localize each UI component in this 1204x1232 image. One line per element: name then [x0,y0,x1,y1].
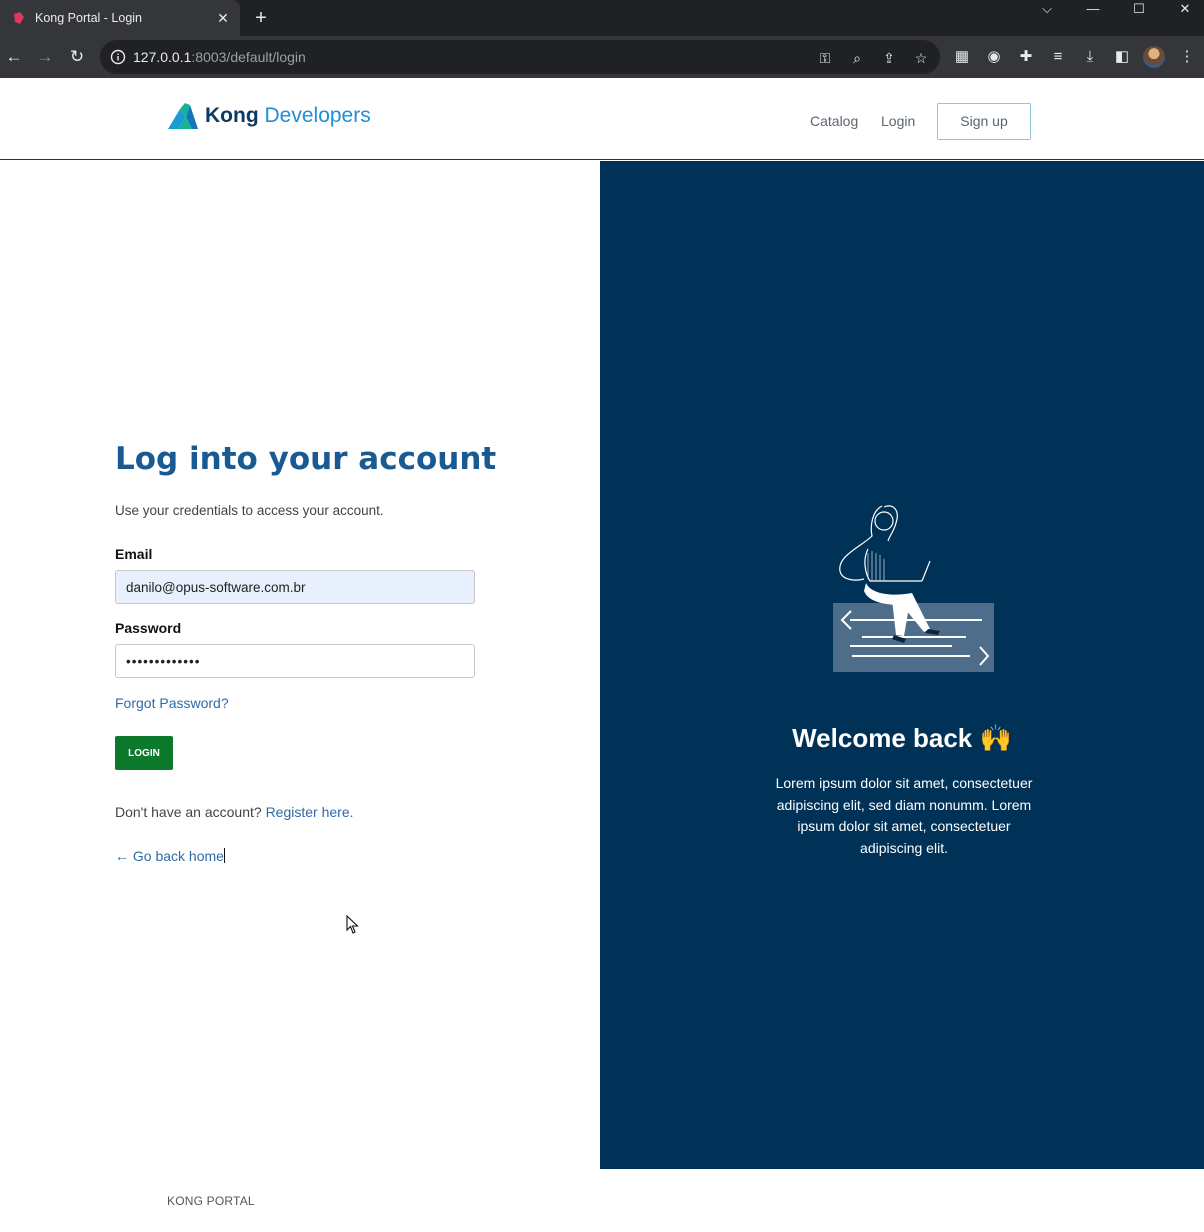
new-tab-button[interactable]: + [250,7,272,29]
download-icon[interactable]: ⤓ [1079,46,1101,68]
extension-icon[interactable]: ◉ [983,46,1005,68]
kong-logo-icon[interactable] [166,101,200,131]
brand-light: Developers [264,104,371,127]
profile-avatar[interactable] [1143,46,1165,68]
sidepanel-icon[interactable]: ◧ [1111,46,1133,68]
nav-catalog[interactable]: Catalog [810,113,858,129]
key-icon[interactable]: ⚿ [816,49,834,67]
developer-illustration [833,505,994,672]
info-icon[interactable] [110,49,126,65]
minimize-icon[interactable]: — [1070,0,1116,30]
brand-bold: Kong [205,104,259,127]
reload-icon[interactable]: ↻ [65,45,89,69]
back-arrow-icon[interactable]: ← [2,45,26,69]
register-link[interactable]: Register here. [266,804,354,820]
close-window-icon[interactable]: ✕ [1162,0,1204,30]
browser-tab[interactable]: Kong Portal - Login ✕ [0,0,240,36]
page-subtitle: Use your credentials to access your acco… [115,503,384,518]
login-button[interactable]: LOGIN [115,736,173,770]
footer-text: KONG PORTAL [167,1194,255,1208]
star-icon[interactable]: ☆ [912,49,930,67]
signup-button[interactable]: Sign up [937,103,1031,140]
share-icon[interactable]: ⇪ [880,49,898,67]
go-back-home[interactable]: ← Go back home [115,848,225,864]
kong-favicon-icon [14,12,24,24]
tab-search-chevron-icon[interactable]: ⌵ [1024,0,1070,30]
register-prompt-text: Don't have an account? [115,804,262,820]
register-prompt: Don't have an account? Register here. [115,804,354,820]
zoom-icon[interactable]: ⌕ [848,49,866,67]
browser-toolbar: ← → ↻ 127.0.0.1:8003/default/login ⚿ ⌕ ⇪… [0,36,1204,78]
puzzle-icon[interactable]: ✚ [1015,46,1037,68]
browser-tab-strip: Kong Portal - Login ✕ + ⌵ — ☐ ✕ [0,0,1204,36]
forgot-password-link[interactable]: Forgot Password? [115,695,229,711]
welcome-text: Lorem ipsum dolor sit amet, consectetuer… [775,775,1033,857]
menu-icon[interactable]: ⋮ [1176,46,1198,68]
tab-close-icon[interactable]: ✕ [214,9,232,27]
password-label: Password [115,620,182,636]
site-header: Kong Developers Catalog Login Sign up [0,78,1204,160]
qr-icon[interactable]: ▦ [951,46,973,68]
media-icon[interactable]: ≡ [1047,46,1069,68]
go-back-home-label: ← Go back home [115,848,224,864]
brand-name[interactable]: Kong Developers [205,104,371,128]
email-field[interactable] [115,570,475,604]
welcome-panel: Welcome back 🙌 Lorem ipsum dolor sit ame… [600,161,1204,1169]
maximize-icon[interactable]: ☐ [1116,0,1162,30]
url-host: 127.0.0.1 [133,49,192,65]
welcome-title: Welcome back 🙌 [792,723,1012,753]
nav-login[interactable]: Login [881,113,915,129]
password-field[interactable] [115,644,475,678]
address-bar[interactable]: 127.0.0.1:8003/default/login ⚿ ⌕ ⇪ ☆ [100,40,940,74]
url-path: :8003/default/login [191,49,306,65]
page: Kong Developers Catalog Login Sign up Lo… [0,78,1204,1232]
email-label: Email [115,546,153,562]
forward-arrow-icon[interactable]: → [33,45,57,69]
url-text[interactable]: 127.0.0.1:8003/default/login [133,49,306,65]
text-caret [223,848,225,863]
tab-title: Kong Portal - Login [35,11,143,25]
mouse-pointer-icon [346,915,359,934]
page-title: Log into your account [115,441,497,477]
